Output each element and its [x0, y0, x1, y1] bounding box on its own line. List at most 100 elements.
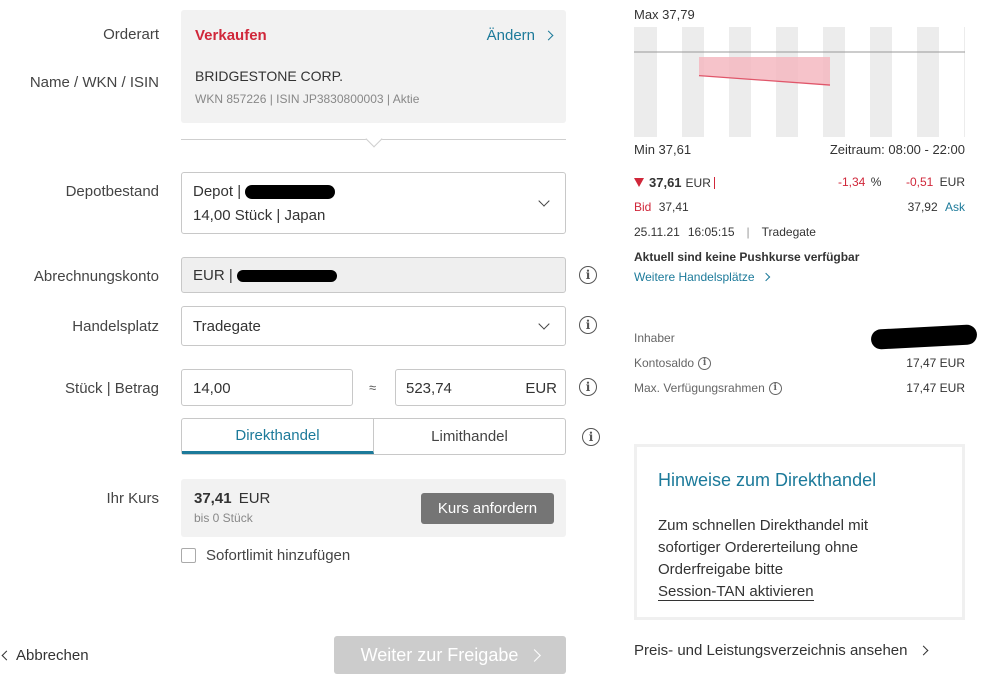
price-tick-marker [713, 176, 715, 189]
ask-value: 37,92 [907, 200, 938, 214]
hint-text: Zum schnellen Direkthandel mit sofortige… [658, 517, 869, 578]
hint-body: Zum schnellen Direkthandel mit sofortige… [658, 515, 918, 603]
ticker-price: 37,61 [649, 175, 682, 190]
separator: | [746, 225, 750, 239]
pct-sign: % [870, 175, 882, 189]
quote-price: 37,41 [194, 490, 232, 507]
cancel-button[interactable]: Abbrechen [0, 647, 89, 664]
security-name: BRIDGESTONE CORP. [195, 68, 344, 84]
depot-select[interactable]: Depot | 14,00 Stück | Japan [181, 172, 566, 234]
chart-time-band [751, 27, 776, 137]
pieces-input[interactable]: 14,00 [181, 369, 353, 406]
info-icon[interactable]: i [579, 266, 597, 284]
bid-row: Bid 37,41 [634, 200, 689, 214]
trade-mode-tabs: Direkthandel Limithandel [181, 418, 566, 455]
pieces-value: 14,00 [193, 380, 231, 397]
chart-time-band [939, 27, 964, 137]
chart-time-band [657, 27, 682, 137]
limit-label: Max. Verfügungsrahmen [634, 381, 765, 395]
ticker-currency: EUR [685, 175, 711, 190]
change-pct-value: -1,34 [838, 175, 866, 189]
total-value: 523,74 [406, 380, 452, 397]
quote-date: 25.11.21 [634, 225, 680, 239]
quote-time: 16:05:15 [687, 225, 735, 239]
tab-limithandel[interactable]: Limithandel [374, 419, 565, 454]
hint-box: Hinweise zum Direkthandel Zum schnellen … [634, 444, 965, 620]
ask-row: 37,92 Ask [908, 200, 965, 214]
change-abs: -0,51 EUR [906, 175, 965, 189]
price-row: 37,61 EUR [634, 175, 715, 190]
depot-line1: Depot | [193, 183, 242, 200]
balance-value: 17,47 EUR [906, 356, 965, 370]
approx-sign: ≈ [369, 380, 377, 395]
change-label: Ändern [486, 27, 535, 44]
info-icon[interactable]: i [698, 356, 712, 370]
request-quote-button[interactable]: Kurs anfordern [421, 493, 554, 524]
change-abs-value: -0,51 [905, 175, 934, 189]
ask-label: Ask [944, 200, 965, 214]
amount-label: Stück | Betrag [65, 380, 159, 397]
depot-label: Depotbestand [65, 183, 159, 200]
quote-sub: bis 0 Stück [194, 511, 253, 525]
quote-venue: Tradegate [761, 225, 816, 239]
balance-label: Kontosaldo [634, 356, 695, 370]
chart-range-label: Zeitraum: 08:00 - 22:00 [829, 142, 965, 157]
tab-direkthandel[interactable]: Direkthandel [182, 419, 374, 454]
chart-time-band [845, 27, 870, 137]
chevron-right-icon [761, 272, 770, 282]
chart-time-band [704, 27, 729, 137]
session-tan-link[interactable]: Session-TAN aktivieren [658, 583, 814, 601]
push-note: Aktuell sind keine Pushkurse verfügbar [634, 250, 860, 264]
chevron-left-icon [1, 650, 12, 661]
quote-card: 37,41 EUR bis 0 Stück Kurs anfordern [181, 479, 566, 537]
order-summary-card: Verkaufen Ändern BRIDGESTONE CORP. WKN 8… [181, 10, 566, 123]
chart-max-label: Max 37,79 [634, 7, 695, 22]
change-abs-currency: EUR [939, 175, 965, 189]
price-chart [634, 27, 965, 137]
quote-label: Ihr Kurs [106, 490, 159, 507]
security-meta: WKN 857226 | ISIN JP3830800003 | Aktie [195, 92, 420, 106]
account-field: EUR | [181, 257, 566, 293]
chart-time-band [892, 27, 917, 137]
redacted-owner-name [870, 324, 978, 350]
account-label: Abrechnungskonto [33, 268, 159, 285]
next-button[interactable]: Weiter zur Freigabe [334, 636, 566, 674]
total-currency: EUR [525, 380, 557, 397]
venue-select[interactable]: Tradegate [181, 306, 566, 346]
timestamp-row: 25.11.21 16:05:15 | Tradegate [634, 225, 816, 239]
bid-value: 37,41 [658, 200, 689, 214]
info-icon[interactable]: i [579, 378, 597, 396]
more-venues-link[interactable]: Weitere Handelsplätze [634, 270, 770, 284]
venue-value: Tradegate [193, 318, 261, 335]
sofortlimit-checkbox[interactable] [181, 548, 196, 563]
chevron-right-icon [528, 648, 542, 662]
cancel-label: Abbrechen [16, 647, 89, 664]
chevron-right-icon [918, 645, 928, 656]
info-icon[interactable]: i [768, 381, 782, 395]
redacted-account-number [236, 269, 337, 282]
chart-min-label: Min 37,61 [634, 142, 692, 157]
limit-value: 17,47 EUR [906, 381, 965, 395]
redacted-depot-number [245, 184, 336, 199]
order-type-value: Verkaufen [195, 27, 267, 44]
more-venues-label: Weitere Handelsplätze [634, 270, 755, 284]
name-label: Name / WKN / ISIN [29, 74, 159, 91]
hint-title: Hinweise zum Direkthandel [658, 470, 877, 490]
info-icon[interactable]: i [582, 428, 600, 446]
price-list-link[interactable]: Preis- und Leistungsverzeichnis ansehen [634, 642, 928, 659]
divider-notch [365, 130, 383, 148]
chevron-right-icon [543, 30, 554, 41]
owner-label: Inhaber [634, 331, 675, 345]
account-value: EUR | [193, 267, 233, 284]
change-pct: -1,34 % [838, 175, 881, 189]
sofortlimit-label: Sofortlimit hinzufügen [206, 547, 351, 564]
change-order-link[interactable]: Ändern [486, 27, 554, 44]
down-arrow-icon [634, 178, 644, 187]
chevron-down-icon [538, 195, 550, 207]
chevron-down-icon [538, 318, 550, 330]
quote-currency: EUR [238, 490, 271, 507]
total-input[interactable]: 523,74 EUR [395, 369, 566, 406]
venue-label: Handelsplatz [72, 318, 159, 335]
bid-label: Bid [634, 200, 652, 214]
info-icon[interactable]: i [579, 316, 597, 334]
